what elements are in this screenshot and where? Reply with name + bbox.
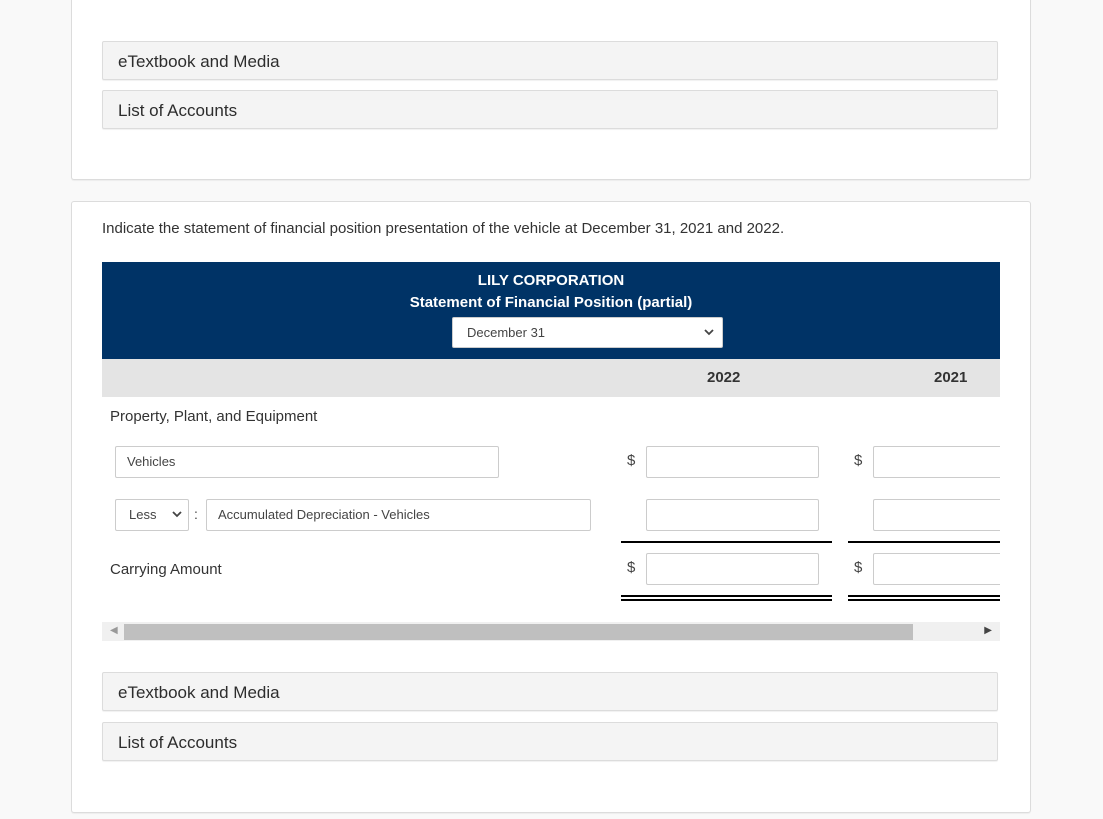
statement-table: LILY CORPORATION Statement of Financial … [72, 202, 1000, 812]
date-dropdown-value: December 31 [467, 325, 546, 340]
list-of-accounts-accordion[interactable]: List of Accounts [102, 90, 998, 129]
question-card: Indicate the statement of financial posi… [71, 201, 1031, 813]
account-input-accumulated-depreciation[interactable]: Accumulated Depreciation - Vehicles [206, 499, 591, 531]
total-double-rule-2022 [621, 595, 832, 601]
column-header-2022: 2022 [707, 369, 741, 386]
account-input-vehicles[interactable]: Vehicles [115, 446, 499, 478]
carrying-amount-label: Carrying Amount [110, 561, 222, 578]
carrying-amount-2021-input[interactable] [873, 553, 1000, 585]
scrollbar-thumb[interactable] [124, 624, 913, 640]
separator-colon: : [194, 506, 198, 522]
list-of-accounts-accordion[interactable]: List of Accounts [102, 722, 998, 761]
vehicles-2022-input[interactable] [646, 446, 819, 478]
chevron-down-icon [172, 500, 182, 542]
accum-dep-2021-input[interactable] [873, 499, 1000, 531]
scroll-left-icon[interactable]: ◀ [110, 625, 118, 636]
vehicles-2021-input[interactable] [873, 446, 1000, 478]
section-label-ppe: Property, Plant, and Equipment [110, 408, 318, 425]
currency-symbol: $ [854, 452, 863, 469]
etextbook-accordion[interactable]: eTextbook and Media [102, 41, 998, 80]
carrying-amount-2022-input[interactable] [646, 553, 819, 585]
column-header-2021: 2021 [934, 369, 968, 386]
currency-symbol: $ [627, 452, 636, 469]
column-header-row: 2022 2021 [102, 359, 1000, 397]
company-name: LILY CORPORATION [477, 272, 625, 289]
etextbook-accordion[interactable]: eTextbook and Media [102, 672, 998, 711]
chevron-down-icon [704, 318, 714, 359]
subtotal-rule-2022 [621, 541, 832, 543]
currency-symbol: $ [854, 559, 863, 576]
less-dropdown-value: Less [129, 507, 157, 522]
subtotal-rule-2021 [848, 541, 1000, 543]
horizontal-scrollbar[interactable]: ◀ ▶ [102, 622, 1000, 641]
total-double-rule-2021 [848, 595, 1000, 601]
less-dropdown[interactable]: Less [115, 499, 189, 531]
accum-dep-2022-input[interactable] [646, 499, 819, 531]
currency-symbol: $ [627, 559, 636, 576]
scroll-right-icon[interactable]: ▶ [984, 625, 992, 636]
statement-title: Statement of Financial Position (partial… [409, 294, 693, 311]
resources-card-top: eTextbook and Media List of Accounts [71, 0, 1031, 180]
statement-header: LILY CORPORATION Statement of Financial … [102, 262, 1000, 359]
date-dropdown[interactable]: December 31 [452, 317, 723, 348]
